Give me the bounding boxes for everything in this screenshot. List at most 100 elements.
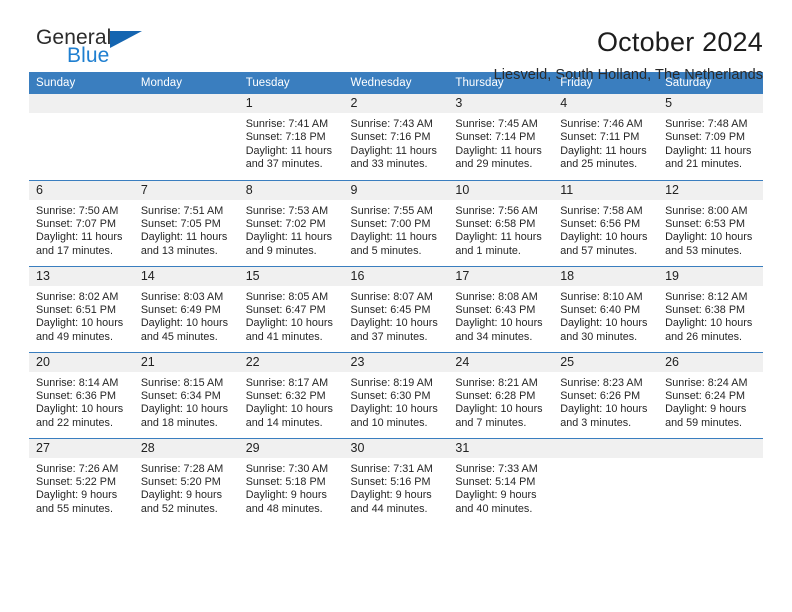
sunrise-text: Sunrise: 7:55 AM [350,204,433,217]
sunset-text: Sunset: 7:02 PM [245,217,326,230]
calendar-day-cell[interactable]: 20 Sunrise: 8:14 AM Sunset: 6:36 PM Dayligh… [29,351,134,438]
calendar-day-cell[interactable]: 15 Sunrise: 8:05 AM Sunset: 6:47 PM Dayligh… [238,265,344,352]
day-number: 17 [448,266,554,286]
daylight-text-line2: and 48 minutes. [245,502,323,515]
daylight-text-line1: Daylight: 10 hours [455,317,543,330]
daylight-text-line1: Daylight: 9 hours [36,489,118,502]
sunrise-text: Sunrise: 8:19 AM [350,376,433,389]
daylight-text-line1: Daylight: 10 hours [36,317,124,330]
day-number [658,438,763,458]
sunset-text: Sunset: 6:38 PM [665,303,746,316]
day-details: Sunrise: 8:23 AM Sunset: 6:26 PM Daylight:… [553,372,658,431]
day-number: 2 [343,94,449,113]
calendar-table: Sunday Monday Tuesday Wednesday Thursday… [29,72,763,524]
day-details: Sunrise: 7:30 AM Sunset: 5:18 PM Daylight:… [239,458,344,517]
calendar-day-cell[interactable]: 8 Sunrise: 7:53 AM Sunset: 7:02 PM Daylight… [238,179,344,266]
sunset-text: Sunset: 6:36 PM [36,389,116,402]
calendar-day-cell[interactable]: 29 Sunrise: 7:30 AM Sunset: 5:18 PM Dayligh… [238,437,344,524]
daylight-text-line1: Daylight: 10 hours [665,317,753,330]
calendar-week-row: 1 Sunrise: 7:41 AM Sunset: 7:18 PM Daylight… [29,94,763,180]
daylight-text-line2: and 1 minute. [455,244,521,257]
calendar-day-cell[interactable]: 27 Sunrise: 7:26 AM Sunset: 5:22 PM Dayligh… [29,437,134,524]
general-blue-logo[interactable]: General Blue [29,26,143,66]
daylight-text-line2: and 44 minutes. [350,502,428,515]
sunset-text: Sunset: 7:18 PM [245,131,326,144]
calendar-day-cell[interactable]: 19 Sunrise: 8:12 AM Sunset: 6:38 PM Dayligh… [658,265,763,352]
calendar-day-cell[interactable]: 30 Sunrise: 7:31 AM Sunset: 5:16 PM Dayligh… [343,437,449,524]
daylight-text-line1: Daylight: 11 hours [36,231,123,244]
daylight-text-line2: and 55 minutes. [36,502,113,515]
day-details: Sunrise: 8:24 AM Sunset: 6:24 PM Daylight:… [658,372,763,431]
sunrise-text: Sunrise: 7:53 AM [245,204,329,217]
day-number: 24 [448,352,554,372]
calendar-day-cell[interactable]: 10 Sunrise: 7:56 AM Sunset: 6:58 PM Dayligh… [448,179,554,266]
sunrise-text: Sunrise: 7:45 AM [455,118,538,130]
calendar-week-row: 13 Sunrise: 8:02 AM Sunset: 6:51 PM Dayligh… [29,265,763,352]
calendar-day-cell[interactable]: 16 Sunrise: 8:07 AM Sunset: 6:45 PM Dayligh… [343,265,449,352]
calendar-day-cell[interactable]: 13 Sunrise: 8:02 AM Sunset: 6:51 PM Dayligh… [29,265,134,352]
calendar-day-cell[interactable]: 14 Sunrise: 8:03 AM Sunset: 6:49 PM Dayligh… [133,265,239,352]
daylight-text-line2: and 59 minutes. [665,416,743,429]
calendar-day-cell[interactable]: 31 Sunrise: 7:33 AM Sunset: 5:14 PM Dayligh… [448,437,554,524]
daylight-text-line2: and 41 minutes. [245,330,323,343]
sunset-text: Sunset: 6:43 PM [455,303,536,316]
daylight-text-line2: and 40 minutes. [455,502,533,515]
day-number: 26 [658,352,763,372]
calendar-day-cell[interactable]: 23 Sunrise: 8:19 AM Sunset: 6:30 PM Dayligh… [343,351,449,438]
day-details: Sunrise: 8:21 AM Sunset: 6:28 PM Daylight:… [448,372,553,431]
calendar-day-cell[interactable]: 11 Sunrise: 7:58 AM Sunset: 6:56 PM Dayligh… [553,179,659,266]
daylight-text-line1: Daylight: 11 hours [245,144,333,157]
calendar-day-cell[interactable]: 6 Sunrise: 7:50 AM Sunset: 7:07 PM Daylight… [29,179,134,266]
sunset-text: Sunset: 6:30 PM [350,389,431,402]
calendar-day-cell[interactable]: 18 Sunrise: 8:10 AM Sunset: 6:40 PM Dayligh… [553,265,659,352]
day-details: Sunrise: 7:50 AM Sunset: 7:07 PM Daylight:… [29,200,134,259]
day-details: Sunrise: 8:15 AM Sunset: 6:34 PM Daylight:… [134,372,239,431]
sunrise-text: Sunrise: 8:17 AM [245,376,329,389]
day-details: Sunrise: 7:26 AM Sunset: 5:22 PM Daylight:… [29,458,134,517]
calendar-day-cell[interactable]: 26 Sunrise: 8:24 AM Sunset: 6:24 PM Dayligh… [658,351,763,438]
day-number: 8 [238,180,344,200]
calendar-day-cell[interactable]: 22 Sunrise: 8:17 AM Sunset: 6:32 PM Dayligh… [238,351,344,438]
sunrise-text: Sunrise: 8:08 AM [455,290,538,303]
calendar-day-cell[interactable]: 7 Sunrise: 7:51 AM Sunset: 7:05 PM Daylight… [133,179,239,266]
calendar-day-cell[interactable]: 2 Sunrise: 7:43 AM Sunset: 7:16 PM Daylight… [343,94,449,180]
day-details: Sunrise: 7:33 AM Sunset: 5:14 PM Daylight:… [448,458,553,517]
day-number: 14 [133,266,239,286]
logo-text-general: General [36,26,112,49]
calendar-day-cell[interactable]: 24 Sunrise: 8:21 AM Sunset: 6:28 PM Dayligh… [448,351,554,438]
day-number: 19 [658,266,763,286]
calendar-cell-empty [29,94,134,180]
day-number: 23 [343,352,449,372]
calendar-day-cell[interactable]: 21 Sunrise: 8:15 AM Sunset: 6:34 PM Dayligh… [133,351,239,438]
calendar-day-cell[interactable]: 5 Sunrise: 7:48 AM Sunset: 7:09 PM Daylight… [658,94,763,180]
calendar-day-cell[interactable]: 28 Sunrise: 7:28 AM Sunset: 5:20 PM Dayligh… [133,437,239,524]
day-details: Sunrise: 7:53 AM Sunset: 7:02 PM Daylight:… [239,200,344,259]
day-number: 7 [133,180,239,200]
daylight-text-line1: Daylight: 9 hours [455,489,537,502]
sunrise-text: Sunrise: 7:26 AM [36,462,119,475]
sunrise-text: Sunrise: 7:31 AM [350,462,433,475]
day-details: Sunrise: 8:08 AM Sunset: 6:43 PM Daylight:… [448,286,553,345]
day-details: Sunrise: 8:12 AM Sunset: 6:38 PM Daylight:… [658,286,763,345]
day-number: 20 [29,352,134,372]
page-header: General Blue October 2024 Liesveld, Sout… [29,0,763,83]
daylight-text-line1: Daylight: 9 hours [245,489,327,502]
daylight-text-line1: Daylight: 10 hours [245,403,333,416]
calendar-day-cell[interactable]: 25 Sunrise: 8:23 AM Sunset: 6:26 PM Dayligh… [553,351,659,438]
calendar-day-cell[interactable]: 4 Sunrise: 7:46 AM Sunset: 7:11 PM Daylight… [553,94,659,180]
calendar-day-cell[interactable]: 9 Sunrise: 7:55 AM Sunset: 7:00 PM Daylight… [343,179,449,266]
day-number: 15 [238,266,344,286]
daylight-text-line2: and 30 minutes. [560,330,638,343]
sunset-text: Sunset: 5:20 PM [140,475,221,488]
day-number [553,438,659,458]
sunrise-text: Sunrise: 7:50 AM [36,204,119,217]
calendar-day-cell[interactable]: 1 Sunrise: 7:41 AM Sunset: 7:18 PM Daylight… [238,94,344,180]
calendar-day-cell[interactable]: 3 Sunrise: 7:45 AM Sunset: 7:14 PM Daylight… [448,94,554,180]
daylight-text-line2: and 5 minutes. [350,244,422,257]
calendar-day-cell[interactable]: 12 Sunrise: 8:00 AM Sunset: 6:53 PM Dayligh… [658,179,763,266]
day-details: Sunrise: 7:55 AM Sunset: 7:00 PM Daylight:… [344,200,449,259]
sunrise-text: Sunrise: 7:48 AM [665,118,748,130]
daylight-text-line2: and 37 minutes. [350,330,428,343]
daylight-text-line2: and 45 minutes. [140,330,218,343]
calendar-day-cell[interactable]: 17 Sunrise: 8:08 AM Sunset: 6:43 PM Dayligh… [448,265,554,352]
